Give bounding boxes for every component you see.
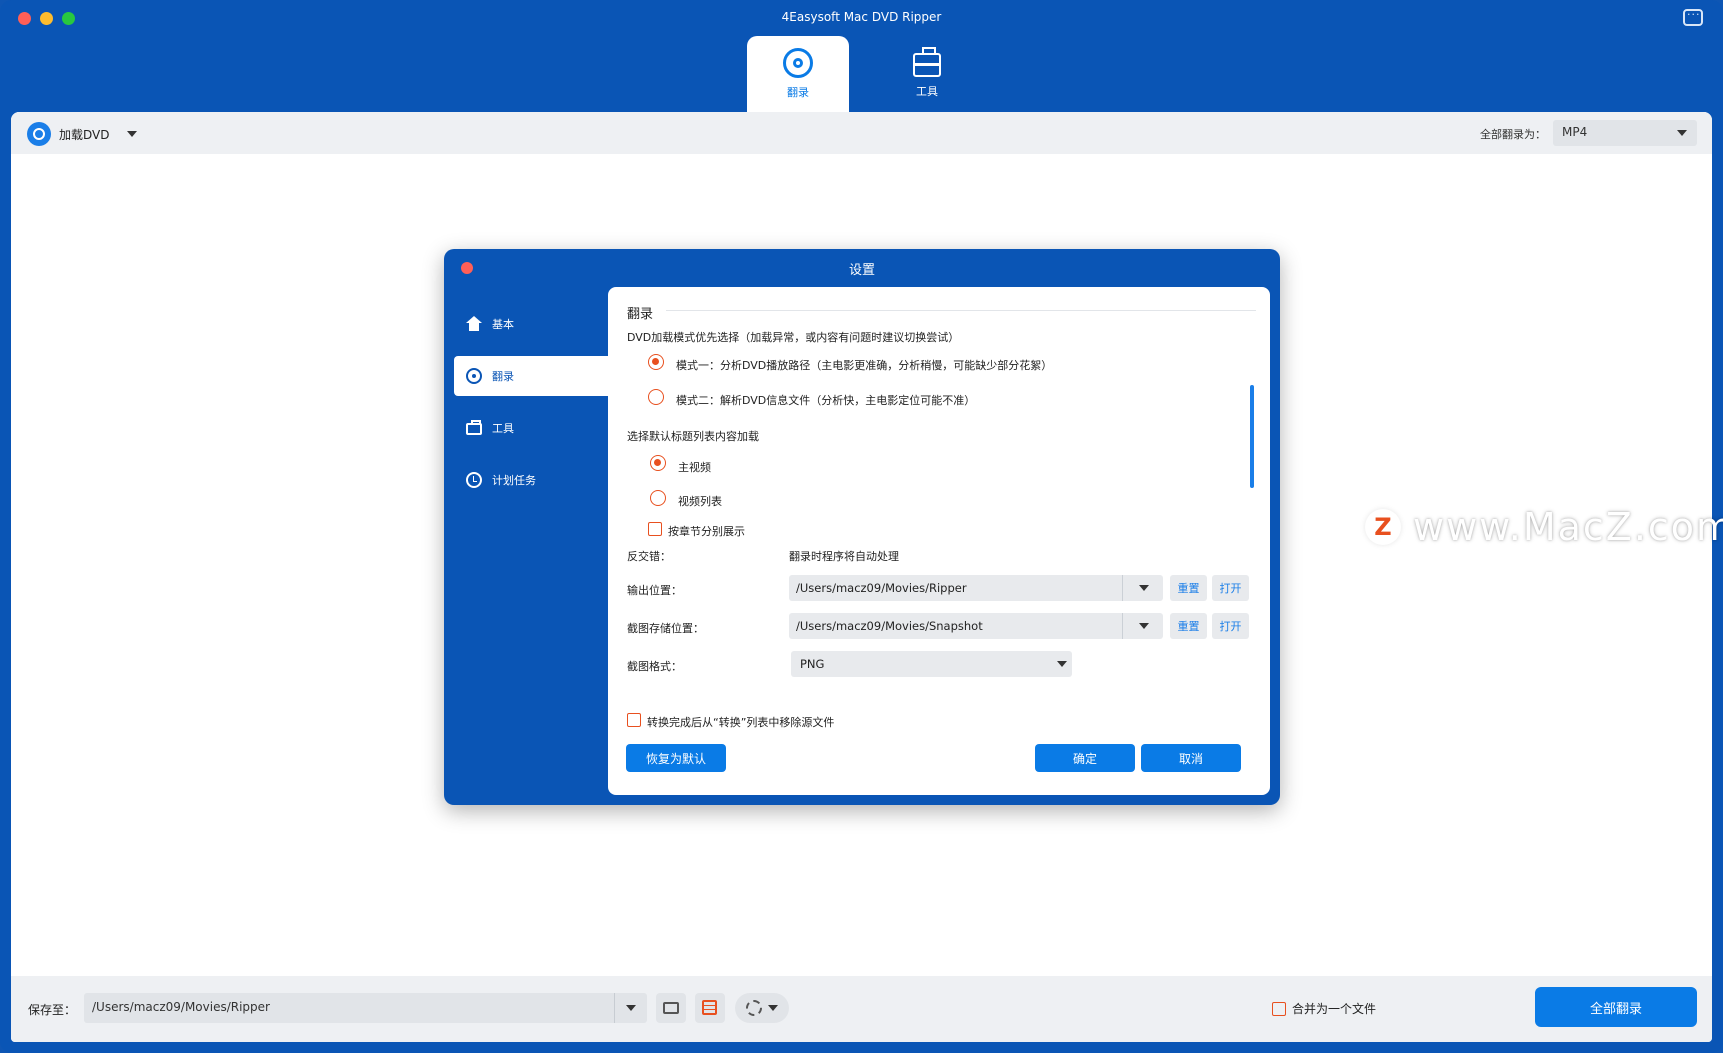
save-to-label: 保存至： [28, 1003, 77, 1017]
remove-source-checkbox[interactable] [627, 713, 641, 727]
chevron-down-icon [1057, 661, 1067, 667]
deinterlace-label: 反交错： [627, 550, 671, 563]
watermark-logo: Z [1365, 509, 1401, 545]
load-dvd-button[interactable]: 加载DVD [27, 122, 109, 146]
watermark-text: www.MacZ.com [1413, 505, 1723, 549]
restore-default-button[interactable]: 恢复为默认 [626, 744, 726, 772]
clock-icon [466, 472, 482, 488]
settings-dialog: 设置 基本 翻录 工具 计划任务 翻录 DVD加载模式优先选择（加载异常，或内容… [444, 249, 1280, 805]
disc-icon [466, 368, 482, 384]
tab-ripper[interactable]: 翻录 [747, 36, 849, 112]
nav-item-label: 计划任务 [492, 474, 536, 487]
dvd-mode-heading: DVD加载模式优先选择（加载异常，或内容有问题时建议切换尝试） [627, 331, 960, 344]
output-reset-button[interactable]: 重置 [1170, 575, 1207, 601]
merge-label: 合并为一个文件 [1291, 1002, 1376, 1016]
snapshot-path-value: /Users/macz09/Movies/Snapshot [796, 619, 983, 633]
gear-icon [746, 1000, 762, 1016]
disc-icon [27, 122, 51, 146]
nav-item-ripper[interactable]: 翻录 [454, 356, 608, 396]
watermark: Z www.MacZ.com [1365, 505, 1723, 549]
snapshot-reset-button[interactable]: 重置 [1170, 613, 1207, 639]
snapshot-open-button[interactable]: 打开 [1212, 613, 1249, 639]
mode1-radio[interactable] [648, 354, 664, 370]
section-divider [666, 310, 1256, 311]
convert-all-label: 全部翻录为： [1480, 128, 1546, 141]
section-title: 翻录 [627, 307, 654, 322]
mode1-label[interactable]: 模式一：分析DVD播放路径（主电影更准确，分析稍慢，可能缺少部分花絮） [676, 357, 1052, 373]
app-window: 4Easysoft Mac DVD Ripper 翻录 工具 加载DVD 全部翻… [0, 0, 1723, 1053]
divider [1122, 613, 1123, 639]
output-path-select[interactable]: /Users/macz09/Movies/Ripper [789, 575, 1163, 601]
chapter-split-checkbox[interactable] [648, 522, 662, 536]
top-toolbar: 加载DVD 全部翻录为： MP4 [11, 112, 1712, 154]
mode2-radio[interactable] [648, 389, 664, 405]
feedback-icon[interactable] [1683, 5, 1703, 26]
settings-nav: 基本 翻录 工具 计划任务 [454, 304, 608, 512]
convert-all-format-select[interactable]: MP4 [1553, 120, 1697, 146]
app-title: 4Easysoft Mac DVD Ripper [781, 10, 942, 24]
chevron-down-icon [1677, 130, 1687, 136]
save-path-value: /Users/macz09/Movies/Ripper [92, 1000, 270, 1014]
chapter-split-label[interactable]: 按章节分别展示 [668, 523, 745, 539]
main-video-radio[interactable] [650, 455, 666, 471]
disc-icon [783, 48, 813, 78]
mode2-label[interactable]: 模式二：解析DVD信息文件（分析快，主电影定位可能不准） [676, 392, 975, 408]
output-path-value: /Users/macz09/Movies/Ripper [796, 581, 967, 595]
chevron-down-icon [1139, 623, 1149, 629]
merge-checkbox[interactable] [1271, 1001, 1286, 1016]
divider [614, 993, 615, 1023]
snapshot-format-select[interactable]: PNG [791, 651, 1072, 677]
convert-all-format-value: MP4 [1562, 125, 1588, 139]
dialog-title: 设置 [848, 263, 875, 278]
cancel-button[interactable]: 取消 [1141, 744, 1241, 772]
tab-tools[interactable]: 工具 [876, 36, 978, 112]
save-path-select[interactable]: /Users/macz09/Movies/Ripper [84, 993, 647, 1023]
nav-item-label: 基本 [492, 318, 514, 331]
snapshot-format-value: PNG [800, 657, 825, 671]
title-list-heading: 选择默认标题列表内容加载 [627, 430, 759, 443]
video-list-radio[interactable] [650, 490, 666, 506]
ok-button[interactable]: 确定 [1035, 744, 1135, 772]
chevron-down-icon [1139, 585, 1149, 591]
load-dvd-label: 加载DVD [59, 127, 110, 142]
chevron-down-icon [768, 1005, 778, 1011]
snapshot-path-select[interactable]: /Users/macz09/Movies/Snapshot [789, 613, 1163, 639]
snapshot-format-label: 截图格式： [627, 660, 682, 673]
output-open-button[interactable]: 打开 [1212, 575, 1249, 601]
deinterlace-value: 翻录时程序将自动处理 [789, 550, 899, 563]
nav-item-scheduled-tasks[interactable]: 计划任务 [454, 460, 608, 500]
tab-ripper-label: 翻录 [787, 86, 809, 99]
tab-tools-label: 工具 [916, 85, 938, 98]
rip-all-button[interactable]: 全部翻录 [1535, 987, 1697, 1027]
hardware-acceleration-icon[interactable] [695, 993, 725, 1023]
scrollbar[interactable] [1250, 385, 1254, 488]
output-location-label: 输出位置： [627, 584, 682, 597]
remove-source-label[interactable]: 转换完成后从“转换”列表中移除源文件 [647, 714, 834, 730]
main-video-label[interactable]: 主视频 [678, 459, 711, 475]
settings-button[interactable] [735, 993, 789, 1023]
nav-item-tools[interactable]: 工具 [454, 408, 608, 448]
nav-item-label: 工具 [492, 422, 514, 435]
divider [1122, 575, 1123, 601]
merge-option[interactable]: 合并为一个文件 [1271, 1000, 1376, 1017]
settings-content: 翻录 DVD加载模式优先选择（加载异常，或内容有问题时建议切换尝试） 模式一：分… [608, 287, 1270, 795]
bottom-bar: 保存至： /Users/macz09/Movies/Ripper 合并为一个文件… [11, 976, 1712, 1042]
nav-item-basic[interactable]: 基本 [454, 304, 608, 344]
chevron-down-icon[interactable] [127, 131, 137, 137]
chevron-down-icon [626, 1005, 636, 1011]
toolbox-icon [466, 420, 482, 435]
video-list-label[interactable]: 视频列表 [678, 493, 722, 509]
snapshot-location-label: 截图存储位置： [627, 622, 704, 635]
home-icon [466, 316, 482, 332]
open-folder-icon[interactable] [656, 993, 686, 1023]
nav-item-label: 翻录 [492, 370, 514, 383]
toolbox-icon [913, 47, 941, 77]
